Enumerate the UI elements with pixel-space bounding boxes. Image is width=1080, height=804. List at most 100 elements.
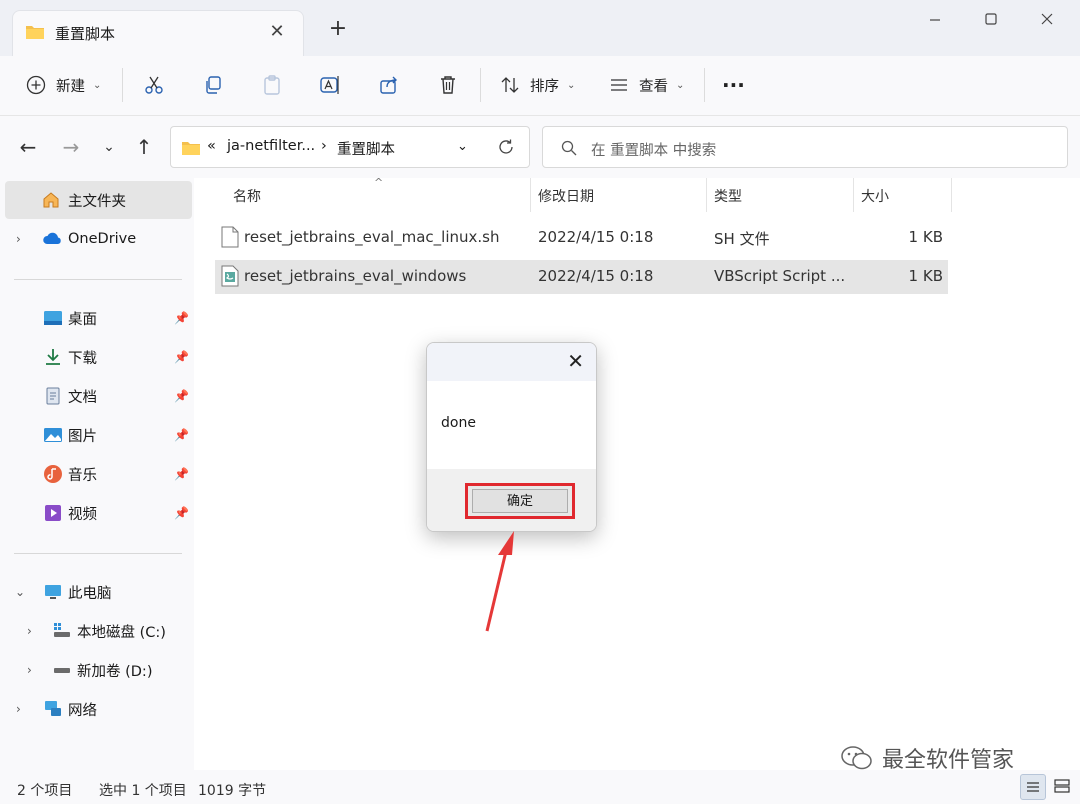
up-arrow-icon[interactable]: ↑ (133, 136, 155, 158)
pin-icon[interactable]: 📌 (174, 311, 189, 325)
new-tab-icon[interactable]: + (326, 17, 350, 41)
status-selection: 选中 1 个项目 (99, 783, 187, 799)
back-arrow-icon[interactable]: ← (17, 136, 39, 158)
chevron-right-icon[interactable]: › (16, 702, 21, 716)
pin-icon[interactable]: 📌 (174, 389, 189, 403)
tab-close-icon[interactable]: ✕ (265, 20, 289, 44)
sidebar-divider (14, 553, 182, 554)
details-view-icon (1027, 782, 1039, 792)
cut-button[interactable] (143, 68, 165, 102)
drive-icon (54, 668, 70, 673)
pin-icon[interactable]: 📌 (174, 506, 189, 520)
column-header-size[interactable]: 大小 (861, 186, 889, 206)
copy-icon (206, 76, 221, 94)
maximize-icon[interactable] (968, 8, 1014, 32)
sidebar-item-downloads[interactable]: 下载 📌 (0, 338, 192, 376)
address-row: ← → ⌄ ↑ « ja-netfilter... › 重置脚本 ⌄ 在 重置脚… (0, 116, 1080, 178)
more-options-button[interactable]: ··· (722, 68, 745, 102)
tab-active[interactable]: 重置脚本 ✕ (12, 10, 304, 56)
sidebar-item-onedrive[interactable]: › OneDrive (0, 220, 192, 258)
ok-button[interactable]: 确定 (465, 483, 575, 519)
window-close-icon[interactable] (1024, 8, 1070, 32)
column-separator[interactable] (951, 178, 952, 212)
paste-button[interactable] (261, 68, 283, 102)
breadcrumb-current[interactable]: 重置脚本 (337, 138, 395, 159)
address-bar[interactable]: « ja-netfilter... › 重置脚本 ⌄ (170, 126, 530, 168)
sidebar-divider (14, 279, 182, 280)
table-row[interactable]: reset_jetbrains_eval_windows 2022/4/15 0… (215, 260, 948, 294)
sort-button[interactable]: 排序 ⌄ (500, 68, 575, 102)
refresh-icon[interactable] (497, 138, 515, 156)
column-separator[interactable] (706, 178, 707, 212)
chevron-down-icon[interactable]: ⌄ (15, 585, 25, 599)
title-bar: 重置脚本 ✕ + (0, 0, 1080, 56)
chevron-right-icon[interactable]: › (27, 663, 32, 677)
table-row[interactable]: reset_jetbrains_eval_mac_linux.sh 2022/4… (215, 221, 948, 255)
forward-arrow-icon[interactable]: → (60, 136, 82, 158)
breadcrumb-separator: › (321, 138, 327, 154)
clipboard-icon (264, 75, 280, 95)
file-date: 2022/4/15 0:18 (538, 228, 654, 246)
sidebar-item-this-pc[interactable]: ⌄ 此电脑 (0, 573, 192, 611)
sidebar-item-home[interactable]: 主文件夹 (5, 181, 192, 219)
sidebar-item-music[interactable]: 音乐 📌 (0, 455, 192, 493)
sidebar-label: 网络 (68, 702, 97, 719)
rename-button[interactable] (319, 68, 341, 102)
search-input[interactable]: 在 重置脚本 中搜索 (542, 126, 1068, 168)
delete-button[interactable] (437, 68, 459, 102)
wechat-icon (841, 746, 872, 770)
column-header-name[interactable]: 名称 (233, 186, 261, 206)
dialog-close-icon[interactable]: ✕ (567, 349, 584, 373)
file-icon (221, 226, 239, 248)
new-button[interactable]: 新建 ⌄ (26, 68, 101, 102)
rename-icon (320, 76, 339, 94)
file-size: 1 KB (908, 267, 943, 285)
sidebar-label: 文档 (68, 389, 97, 406)
column-separator[interactable] (530, 178, 531, 212)
sidebar-item-documents[interactable]: 文档 📌 (0, 377, 192, 415)
minimize-icon[interactable] (912, 8, 958, 32)
chevron-right-icon[interactable]: › (27, 624, 32, 638)
message-dialog: ✕ done 确定 (426, 342, 597, 532)
chevron-right-icon[interactable]: › (16, 232, 21, 246)
computer-icon (45, 585, 61, 599)
column-separator[interactable] (853, 178, 854, 212)
sidebar-label: 此电脑 (68, 585, 112, 602)
toolbar-divider (122, 68, 123, 102)
sidebar-item-pictures[interactable]: 图片 📌 (0, 416, 192, 454)
sidebar-item-drive-d[interactable]: › 新加卷 (D:) (0, 651, 192, 689)
file-type: VBScript Script ... (714, 267, 846, 285)
pin-icon[interactable]: 📌 (174, 428, 189, 442)
copy-button[interactable] (202, 68, 224, 102)
file-name: reset_jetbrains_eval_windows (244, 267, 467, 285)
file-list-pane: ^ 名称 修改日期 类型 大小 reset_jetbrains_eval_mac… (194, 176, 1080, 770)
status-bar: 2 个项目 选中 1 个项目 1019 字节 (0, 770, 1080, 804)
pin-icon[interactable]: 📌 (174, 350, 189, 364)
details-view-button[interactable] (1020, 774, 1046, 800)
tiles-view-button[interactable] (1050, 774, 1076, 800)
recent-chevron-icon[interactable]: ⌄ (98, 136, 120, 158)
more-icon: ··· (722, 73, 745, 97)
address-dropdown-icon[interactable]: ⌄ (457, 139, 468, 154)
pin-icon[interactable]: 📌 (174, 467, 189, 481)
home-icon (43, 192, 59, 208)
file-date: 2022/4/15 0:18 (538, 267, 654, 285)
column-header-type[interactable]: 类型 (714, 186, 742, 206)
tab-label: 重置脚本 (55, 25, 116, 43)
toolbar-divider (704, 68, 705, 102)
breadcrumb-ja-netfilter[interactable]: ja-netfilter... (227, 138, 315, 154)
vbscript-file-icon (221, 265, 239, 287)
sidebar-item-drive-c[interactable]: › 本地磁盘 (C:) (0, 612, 192, 650)
search-placeholder: 在 重置脚本 中搜索 (591, 143, 717, 159)
column-header-date[interactable]: 修改日期 (538, 186, 594, 206)
plus-circle-icon (26, 75, 46, 95)
view-label: 查看 (639, 78, 668, 95)
sidebar-item-videos[interactable]: 视频 📌 (0, 494, 192, 532)
view-button[interactable]: 查看 ⌄ (609, 68, 684, 102)
breadcrumb-overflow[interactable]: « (207, 138, 216, 154)
network-icon (45, 701, 61, 716)
sidebar-item-desktop[interactable]: 桌面 📌 (0, 299, 192, 337)
sidebar-item-network[interactable]: › 网络 (0, 690, 192, 728)
share-button[interactable] (378, 68, 400, 102)
folder-icon (182, 142, 200, 155)
